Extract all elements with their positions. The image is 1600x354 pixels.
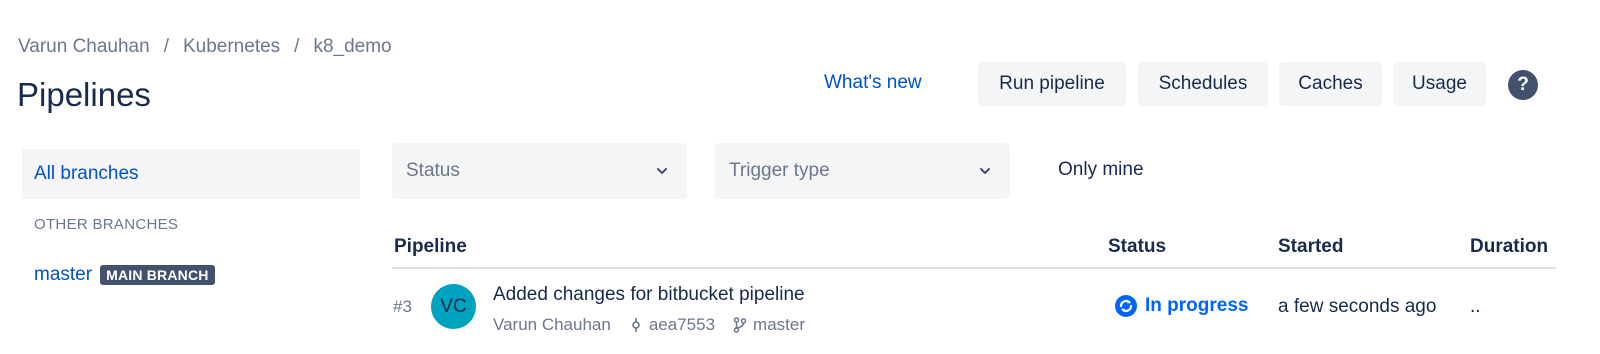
pipeline-meta: Varun Chauhan aea7553 master: [493, 315, 805, 335]
breadcrumb-repo[interactable]: k8_demo: [313, 36, 391, 58]
breadcrumb-separator: /: [294, 36, 300, 57]
started-time: a few seconds ago: [1278, 296, 1437, 317]
sidebar-item-all-branches[interactable]: All branches: [22, 149, 360, 199]
breadcrumb: Varun Chauhan / Kubernetes / k8_demo: [18, 36, 392, 58]
commit-hash[interactable]: aea7553: [649, 315, 715, 335]
trigger-type-placeholder: Trigger type: [729, 160, 830, 181]
in-progress-icon: [1115, 295, 1137, 317]
branch-name[interactable]: master: [34, 264, 92, 286]
trigger-type-filter-select[interactable]: Trigger type: [715, 143, 1010, 199]
status-badge[interactable]: In progress: [1114, 294, 1248, 318]
duration-value: ..: [1470, 296, 1481, 317]
commit-author: Varun Chauhan: [493, 315, 611, 334]
commit-icon: [632, 318, 640, 332]
sidebar-section-label: OTHER BRANCHES: [34, 216, 179, 233]
chevron-down-icon: [980, 168, 990, 174]
whats-new-link[interactable]: What's new: [824, 72, 922, 94]
schedules-button[interactable]: Schedules: [1138, 62, 1268, 106]
status-label: In progress: [1145, 295, 1249, 316]
breadcrumb-separator: /: [163, 36, 169, 57]
column-header-started: Started: [1278, 236, 1344, 257]
only-mine-toggle[interactable]: Only mine: [1058, 159, 1144, 181]
status-filter-placeholder: Status: [406, 160, 460, 181]
column-header-status: Status: [1108, 236, 1167, 257]
avatar: VC: [431, 284, 476, 329]
caches-button[interactable]: Caches: [1279, 62, 1382, 106]
column-header-pipeline: Pipeline: [394, 236, 467, 257]
table-header-divider: [392, 267, 1556, 269]
chevron-down-icon: [657, 168, 667, 174]
sidebar-item-master[interactable]: master MAIN BRANCH: [34, 264, 215, 286]
breadcrumb-user[interactable]: Varun Chauhan: [18, 36, 150, 58]
help-icon[interactable]: ?: [1508, 70, 1538, 100]
page-title: Pipelines: [17, 76, 151, 113]
status-filter-select[interactable]: Status: [392, 143, 687, 199]
branch-icon: [733, 317, 747, 333]
branch-link[interactable]: master: [753, 315, 805, 335]
column-header-duration: Duration: [1470, 236, 1549, 257]
usage-button[interactable]: Usage: [1393, 62, 1486, 106]
sidebar-item-label: All branches: [34, 163, 139, 184]
breadcrumb-project[interactable]: Kubernetes: [183, 36, 280, 58]
run-pipeline-button[interactable]: Run pipeline: [978, 62, 1126, 106]
main-branch-badge: MAIN BRANCH: [100, 265, 215, 285]
pipeline-number[interactable]: #3: [393, 297, 412, 317]
commit-message[interactable]: Added changes for bitbucket pipeline: [493, 284, 805, 306]
